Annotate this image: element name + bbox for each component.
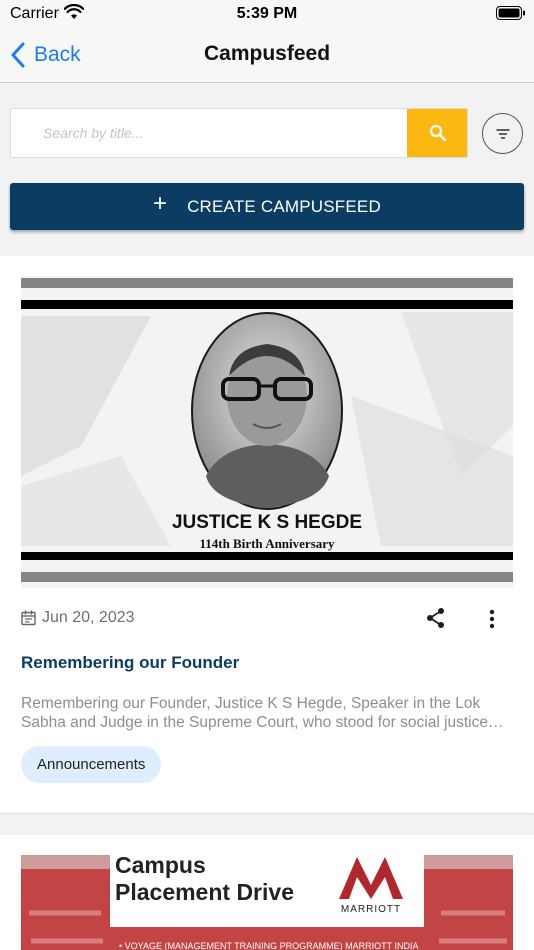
more-options-icon[interactable] — [481, 607, 503, 631]
status-bar: Carrier 5:39 PM — [0, 0, 534, 28]
post-excerpt: Remembering our Founder, Justice K S Heg… — [21, 695, 488, 731]
plus-icon: + — [153, 189, 168, 217]
status-time: 5:39 PM — [236, 5, 298, 22]
filter-button[interactable] — [482, 113, 523, 154]
image-subheadline: 114th Birth Anniversary — [199, 536, 335, 551]
feed-image[interactable]: Campus Placement Drive MARRIOTT • VOYAGE… — [21, 855, 513, 950]
post-meta: Jun 20, 2023 — [21, 606, 513, 630]
create-campusfeed-button[interactable]: + CREATE CAMPUSFEED — [10, 183, 524, 230]
feed-image[interactable]: JUSTICE K S HEGDE 114th Birth Anniversar… — [21, 276, 513, 588]
calendar-icon — [21, 610, 36, 626]
navigation-bar: Back Campusfeed — [0, 28, 534, 83]
search-button[interactable] — [407, 109, 467, 157]
image-banner: • VOYAGE (MANAGEMENT TRAINING PROGRAMME)… — [119, 941, 419, 950]
feed-card[interactable]: JUSTICE K S HEGDE 114th Birth Anniversar… — [0, 256, 534, 813]
create-campusfeed-label: CREATE CAMPUSFEED — [187, 196, 381, 216]
image-headline: JUSTICE K S HEGDE — [172, 512, 362, 533]
image-headline-line2: Placement Drive — [115, 879, 294, 905]
tag-chip[interactable]: Announcements — [21, 746, 162, 783]
image-headline-line1: Campus — [115, 855, 206, 878]
feed-card[interactable]: Campus Placement Drive MARRIOTT • VOYAGE… — [0, 835, 534, 950]
image-brand: MARRIOTT — [341, 904, 401, 915]
battery-icon — [496, 6, 525, 20]
search-icon — [429, 124, 447, 142]
search-input[interactable] — [11, 109, 407, 157]
post-title[interactable]: Remembering our Founder — [21, 653, 239, 673]
filter-icon — [495, 128, 510, 139]
page-title: Campusfeed — [203, 42, 331, 65]
search-box — [10, 108, 468, 158]
share-icon[interactable] — [425, 606, 447, 630]
post-date: Jun 20, 2023 — [42, 609, 135, 626]
